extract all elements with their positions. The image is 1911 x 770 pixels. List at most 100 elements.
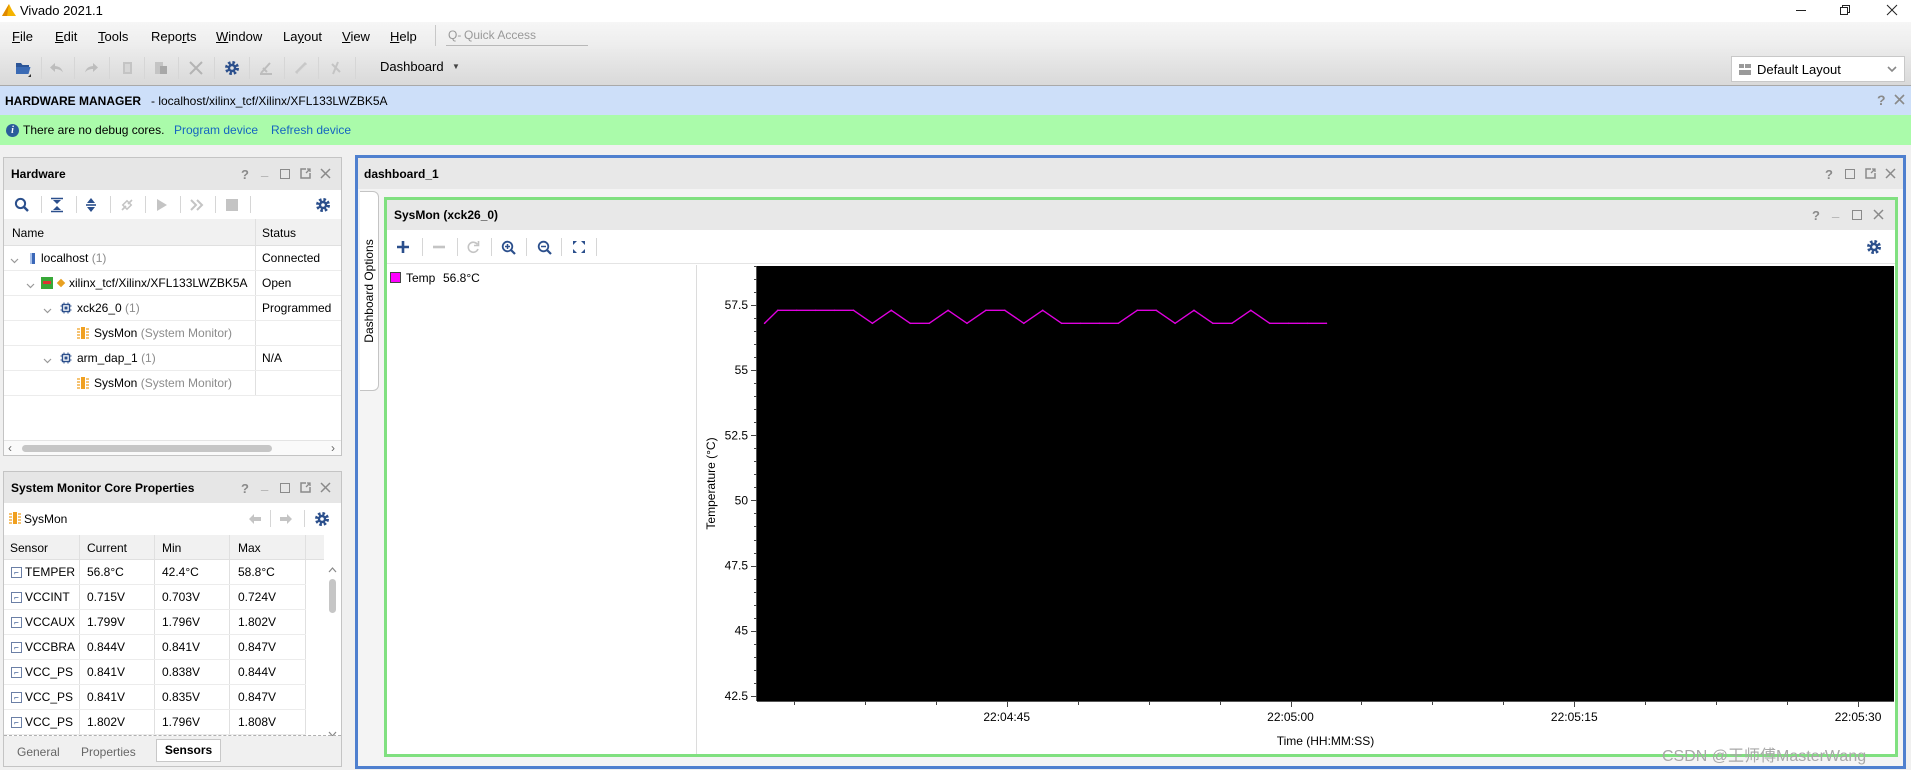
menu-edit[interactable]: Edit [55,29,77,44]
auto-connect-button[interactable] [255,57,277,79]
column-header-name[interactable]: Name [12,226,44,240]
panel-close-button[interactable] [320,168,331,182]
dashboard-help-button[interactable]: ? [1825,167,1833,182]
panel-float-button[interactable] [300,482,311,496]
column-header-current[interactable]: Current [87,541,127,555]
settings-button[interactable] [221,57,243,79]
column-header-status[interactable]: Status [262,226,296,240]
tab-general[interactable]: General [17,745,60,759]
dashboard-menu-button[interactable]: Dashboard ▼ [380,59,460,79]
disconnect-button[interactable] [325,57,347,79]
open-project-button[interactable] [12,57,34,79]
auto-connect-button[interactable] [117,195,137,215]
menu-reports[interactable]: Reports [151,29,197,44]
temperature-chart[interactable]: 42.5 45 47.5 50 52.5 55 57.5 22:04:45 22:05:00 22… [698,265,1895,754]
program-device-link[interactable]: Program device [174,123,258,137]
restore-button[interactable] [1834,0,1856,20]
quick-access-input[interactable]: Q- Quick Access [446,24,588,46]
panel-maximize-button[interactable] [1852,210,1862,220]
menu-tools[interactable]: Tools [98,29,128,44]
vertical-scrollbar[interactable] [324,560,341,737]
horizontal-scrollbar[interactable]: ‹ › [4,440,341,455]
properties-settings-button[interactable] [312,509,332,529]
tree-row[interactable]: xilinx_tcf/Xilinx/XFL133LWZBK5A Open [4,271,341,296]
panel-maximize-button[interactable] [280,483,290,493]
forward-button[interactable] [276,509,296,529]
scroll-right-icon[interactable]: › [331,441,335,455]
menu-view[interactable]: View [342,29,370,44]
delete-button[interactable] [185,57,207,79]
tree-row[interactable]: SysMon (System Monitor) [4,321,341,346]
layout-select[interactable]: Default Layout [1731,56,1905,82]
paste-button[interactable] [150,57,172,79]
column-header-max[interactable]: Max [238,541,261,555]
sensor-row[interactable]: ⌐ VCC_PS 0.841V 0.838V 0.844V [4,660,306,685]
run-trigger-immediate-button[interactable] [187,195,207,215]
search-button[interactable] [12,195,32,215]
dashboard-maximize-button[interactable] [1845,169,1855,179]
collapse-all-button[interactable] [47,195,67,215]
menu-file[interactable]: File [12,29,33,44]
chevron-down-icon[interactable] [26,279,35,293]
tree-row[interactable]: localhost (1) Connected [4,246,341,271]
menu-help[interactable]: Help [390,29,417,44]
redo-button[interactable] [80,57,102,79]
zoom-fit-button[interactable] [569,237,589,257]
stop-trigger-button[interactable] [222,195,242,215]
refresh-device-link[interactable]: Refresh device [271,123,351,137]
sensor-row[interactable]: ⌐ VCC_PS 1.802V 1.796V 1.808V [4,710,306,735]
panel-minimize-button[interactable]: _ [261,163,268,178]
dashboard-float-button[interactable] [1865,168,1876,182]
sensor-row[interactable]: ⌐ VCCINT 0.715V 0.703V 0.724V [4,585,306,610]
tree-row[interactable]: SysMon (System Monitor) [4,371,341,396]
panel-help-button[interactable]: ? [241,167,249,182]
zoom-in-button[interactable] [498,237,518,257]
chevron-down-icon[interactable] [43,354,52,368]
menu-layout[interactable]: Layout [283,29,322,44]
panel-minimize-button[interactable]: _ [261,477,268,492]
panel-float-button[interactable] [300,168,311,182]
scroll-up-icon[interactable] [328,562,337,576]
tree-row[interactable]: arm_dap_1 (1) N/A [4,346,341,371]
sensor-row[interactable]: ⌐ TEMPER 56.8°C 42.4°C 58.8°C [4,560,306,585]
chevron-down-icon[interactable] [10,254,19,268]
close-window-button[interactable] [1881,0,1903,20]
zoom-out-button[interactable] [534,237,554,257]
close-manager-button[interactable] [1894,94,1905,108]
undo-button[interactable] [46,57,68,79]
column-header-sensor[interactable]: Sensor [10,541,48,555]
scrollbar-thumb[interactable] [329,579,336,613]
tree-row[interactable]: xck26_0 (1) Programmed [4,296,341,321]
hardware-settings-button[interactable] [313,195,333,215]
panel-minimize-button[interactable]: _ [1832,204,1839,219]
refresh-button[interactable] [463,237,483,257]
dashboard-close-button[interactable] [1885,168,1896,182]
column-header-min[interactable]: Min [162,541,181,555]
panel-help-button[interactable]: ? [1812,208,1820,223]
panel-help-button[interactable]: ? [241,481,249,496]
tab-properties[interactable]: Properties [81,745,136,759]
menu-window[interactable]: Window [216,29,262,44]
sensor-row[interactable]: ⌐ VCC_PS 0.841V 0.835V 0.847V [4,685,306,710]
chevron-down-icon[interactable] [43,304,52,318]
run-trigger-button[interactable] [152,195,172,215]
remove-sensor-button[interactable] [429,237,449,257]
help-button[interactable]: ? [1877,92,1886,108]
add-sensor-button[interactable] [393,237,413,257]
panel-close-button[interactable] [320,482,331,496]
scrollbar-thumb[interactable] [22,445,272,452]
sensor-row[interactable]: ⌐ VCCAUX 1.799V 1.796V 1.802V [4,610,306,635]
scroll-left-icon[interactable]: ‹ [8,441,12,455]
tab-sensors[interactable]: Sensors [156,739,221,762]
chart-settings-button[interactable] [1864,237,1884,257]
panel-close-button[interactable] [1873,209,1884,223]
dashboard-options-tab[interactable]: Dashboard Options [360,191,379,391]
expand-all-button[interactable] [81,195,101,215]
probe-button[interactable] [290,57,312,79]
minimize-button[interactable] [1790,0,1812,20]
copy-button[interactable] [116,57,138,79]
sensor-row[interactable]: ⌐ VCCBRA 0.844V 0.841V 0.847V [4,635,306,660]
column-divider [305,560,306,584]
back-button[interactable] [245,509,265,529]
panel-maximize-button[interactable] [280,169,290,179]
